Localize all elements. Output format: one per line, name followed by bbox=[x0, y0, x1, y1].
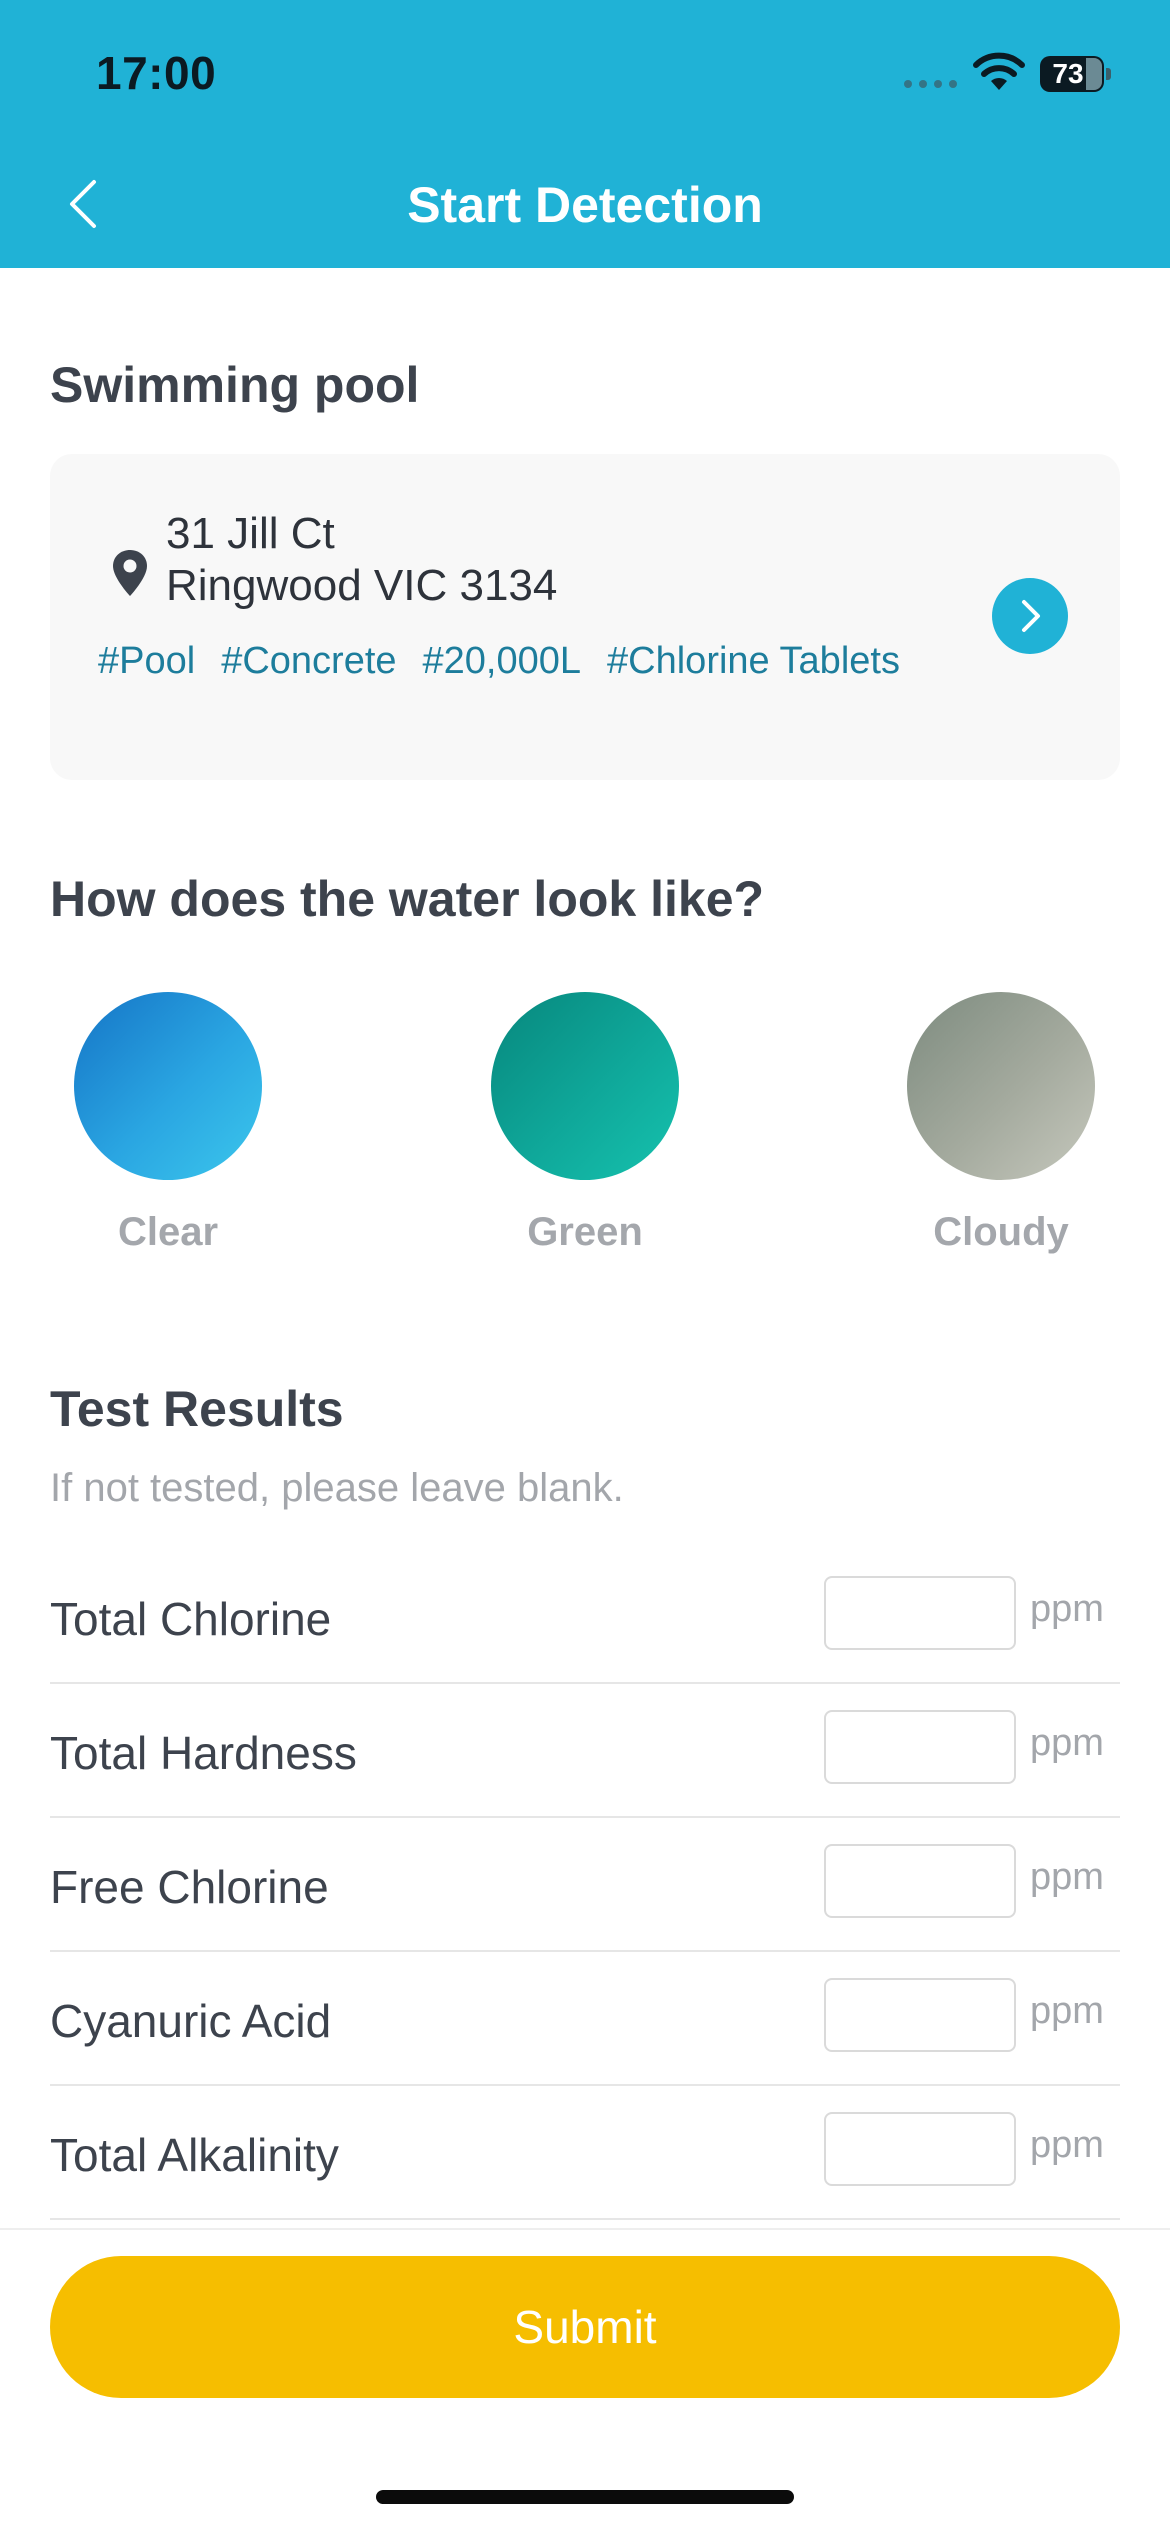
result-label: Total Alkalinity bbox=[50, 2129, 339, 2181]
test-results-title: Test Results bbox=[50, 1381, 344, 1437]
result-row-total-chlorine: Total Chlorine ppm bbox=[50, 1550, 1120, 1684]
tag-chlorine-tablets: #Chlorine Tablets bbox=[607, 640, 900, 682]
result-row-total-alkalinity: Total Alkalinity ppm bbox=[50, 2086, 1120, 2220]
free-chlorine-input[interactable] bbox=[824, 1844, 1016, 1918]
cellular-signal-icon bbox=[904, 80, 957, 88]
result-row-cyanuric-acid: Cyanuric Acid ppm bbox=[50, 1952, 1120, 2086]
page-title: Start Detection bbox=[407, 177, 763, 233]
total-alkalinity-input[interactable] bbox=[824, 2112, 1016, 2186]
result-row-total-hardness: Total Hardness ppm bbox=[50, 1684, 1120, 1818]
total-hardness-input[interactable] bbox=[824, 1710, 1016, 1784]
water-swatch-clear[interactable] bbox=[74, 992, 262, 1180]
pool-tags: #Pool #Concrete #20,000L #Chlorine Table… bbox=[98, 640, 900, 683]
location-pin-icon bbox=[113, 550, 147, 596]
battery-level: 73 bbox=[1052, 58, 1084, 89]
result-label: Cyanuric Acid bbox=[50, 1995, 332, 2047]
result-label: Total Chlorine bbox=[50, 1593, 332, 1645]
footer-divider bbox=[0, 2228, 1170, 2230]
water-section-title: How does the water look like? bbox=[50, 871, 765, 927]
pool-address: 31 Jill Ct Ringwood VIC 3134 bbox=[166, 508, 557, 612]
test-results-hint: If not tested, please leave blank. bbox=[50, 1466, 624, 1510]
app-header: 17:00 73 Start Detection bbox=[0, 0, 1170, 268]
result-unit: ppm bbox=[1030, 1990, 1104, 2032]
result-unit: ppm bbox=[1030, 1856, 1104, 1898]
chevron-right-icon bbox=[1022, 600, 1040, 632]
water-option-cloudy[interactable]: Cloudy bbox=[901, 992, 1101, 1255]
water-option-green[interactable]: Green bbox=[485, 992, 685, 1255]
result-label: Free Chlorine bbox=[50, 1861, 329, 1913]
address-line-2: Ringwood VIC 3134 bbox=[166, 561, 558, 610]
result-row-free-chlorine: Free Chlorine ppm bbox=[50, 1818, 1120, 1952]
total-chlorine-input[interactable] bbox=[824, 1576, 1016, 1650]
tag-concrete: #Concrete bbox=[221, 640, 397, 682]
cyanuric-acid-input[interactable] bbox=[824, 1978, 1016, 2052]
result-unit: ppm bbox=[1030, 1588, 1104, 1630]
address-line-1: 31 Jill Ct bbox=[166, 509, 335, 558]
result-unit: ppm bbox=[1030, 2124, 1104, 2166]
result-unit: ppm bbox=[1030, 1722, 1104, 1764]
water-option-clear[interactable]: Clear bbox=[68, 992, 268, 1255]
water-swatch-cloudy[interactable] bbox=[907, 992, 1095, 1180]
water-label-green: Green bbox=[527, 1210, 643, 1254]
submit-button[interactable]: Submit bbox=[50, 2256, 1120, 2398]
water-label-clear: Clear bbox=[117, 1210, 219, 1254]
pool-details-button[interactable] bbox=[992, 578, 1068, 654]
battery-icon: 73 bbox=[1040, 56, 1111, 92]
home-indicator[interactable] bbox=[376, 2490, 794, 2504]
water-label-cloudy: Cloudy bbox=[933, 1210, 1069, 1254]
result-label: Total Hardness bbox=[50, 1727, 357, 1779]
tag-volume: #20,000L bbox=[422, 640, 582, 682]
pool-section-title: Swimming pool bbox=[50, 357, 420, 413]
status-time: 17:00 bbox=[96, 47, 217, 99]
tag-pool: #Pool bbox=[98, 640, 196, 682]
pool-card[interactable]: 31 Jill Ct Ringwood VIC 3134 #Pool #Conc… bbox=[50, 454, 1120, 780]
wifi-icon bbox=[973, 52, 1025, 90]
water-swatch-green[interactable] bbox=[491, 992, 679, 1180]
